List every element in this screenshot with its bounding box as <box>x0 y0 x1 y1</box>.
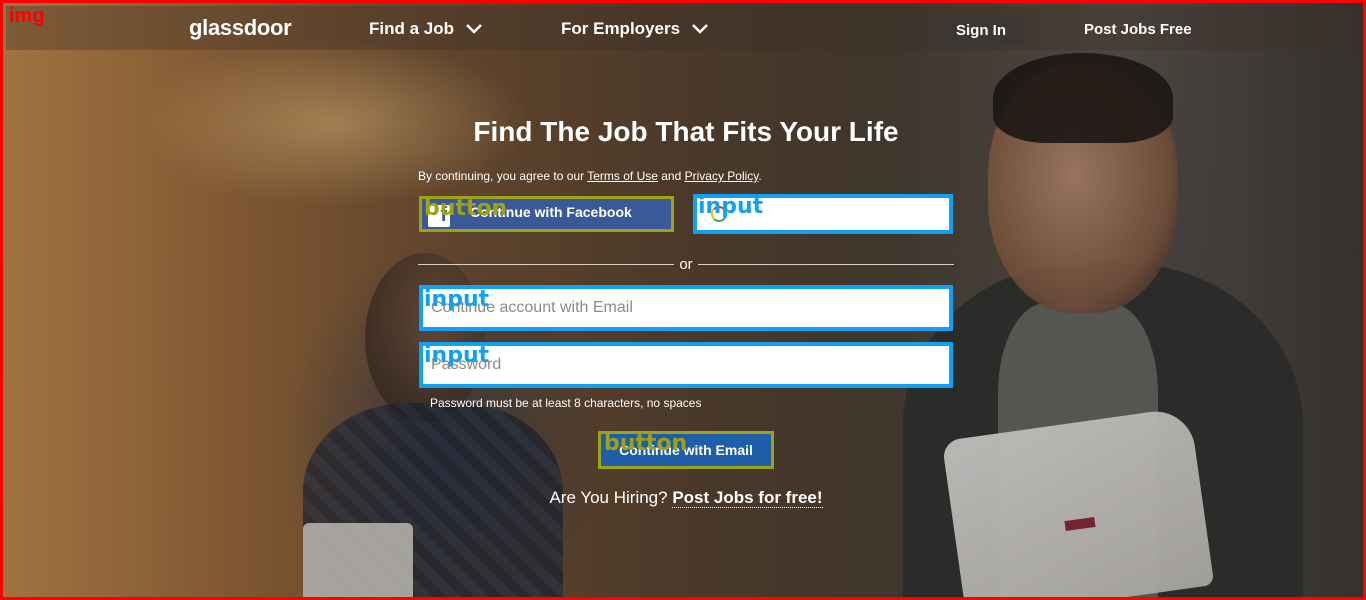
nav-find-a-job-label: Find a Job <box>369 19 454 38</box>
privacy-policy-link[interactable]: Privacy Policy <box>685 169 759 183</box>
hiring-prefix: Are You Hiring? <box>549 488 668 507</box>
terms-of-use-link[interactable]: Terms of Use <box>587 169 658 183</box>
terms-notice: By continuing, you agree to our Terms of… <box>418 169 762 183</box>
page-title: Find The Job That Fits Your Life <box>473 116 899 147</box>
or-divider: or <box>418 256 954 274</box>
terms-prefix: By continuing, you agree to our <box>418 169 588 183</box>
post-jobs-free-link[interactable]: Post Jobs Free <box>1084 21 1192 38</box>
nav-find-a-job[interactable]: Find a Job <box>369 19 482 39</box>
post-jobs-for-free-link[interactable]: Post Jobs for free! <box>672 488 823 508</box>
hiring-cta: Are You Hiring? Post Jobs for free! <box>3 488 1363 508</box>
password-hint: Password must be at least 8 characters, … <box>430 396 702 410</box>
nav-for-employers[interactable]: For Employers <box>561 19 708 39</box>
google-icon <box>711 206 727 222</box>
terms-suffix: . <box>758 169 762 183</box>
continue-with-email-button[interactable]: Continue with Email <box>598 431 774 469</box>
email-field[interactable] <box>419 285 953 331</box>
terms-mid: and <box>657 169 685 183</box>
page: img glassdoor Find a Job For Employers S… <box>0 0 1366 600</box>
image-annotation-label: img <box>9 5 45 27</box>
divider-line-right <box>698 264 954 265</box>
sign-in-button[interactable]: Sign In <box>939 15 1023 45</box>
nav-for-employers-label: For Employers <box>561 19 681 38</box>
google-sign-in-field[interactable] <box>693 194 953 234</box>
password-field[interactable] <box>419 342 953 388</box>
chevron-down-icon <box>466 24 482 34</box>
facebook-icon: f <box>428 204 450 227</box>
glassdoor-logo[interactable]: glassdoor <box>189 15 292 41</box>
continue-with-facebook-button[interactable]: f Continue with Facebook <box>419 196 674 232</box>
facebook-button-label: Continue with Facebook <box>470 204 632 220</box>
chevron-down-icon <box>692 24 708 34</box>
